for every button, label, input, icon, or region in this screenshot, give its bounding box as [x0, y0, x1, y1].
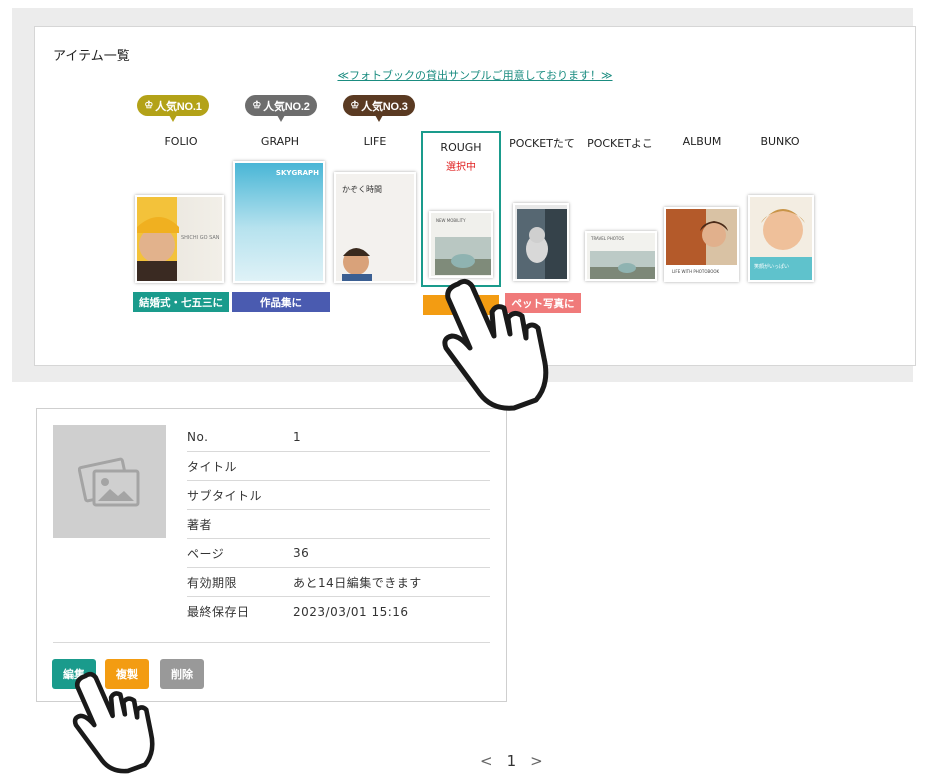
info-label: 著者 [187, 517, 213, 532]
product-pocket-tate[interactable]: POCKETたて [498, 135, 586, 151]
book-info-table: No. 1 タイトル サブタイトル 著者 ページ 36 有効期限 あと14日編集… [187, 423, 490, 626]
product-name: POCKETよこ [587, 137, 653, 150]
info-label: ページ [187, 546, 225, 561]
product-name: ROUGH [440, 141, 482, 154]
info-row-expiry: 有効期限 あと14日編集できます [187, 568, 490, 597]
cover-bunko[interactable]: 笑顔がいっぱい [748, 195, 814, 282]
tag-family[interactable]: 家族 [423, 295, 499, 315]
item-list-panel: アイテム一覧 ≪フォトブックの貸出サンプルご用意しております！≫ ♔ 人気NO.… [34, 26, 916, 366]
cover-folio[interactable]: SHICHI GO SAN [135, 195, 224, 283]
tag-portfolio[interactable]: 作品集に [232, 292, 330, 312]
sample-rental-link[interactable]: ≪フォトブックの貸出サンプルご用意しております！≫ [35, 67, 915, 83]
next-page-button[interactable]: > [530, 752, 543, 770]
rank-badge-2: ♔ 人気NO.2 [245, 95, 317, 122]
product-folio[interactable]: FOLIO [137, 135, 225, 148]
selected-indicator: 選択中 [446, 162, 476, 173]
book-card: No. 1 タイトル サブタイトル 著者 ページ 36 有効期限 あと14日編集… [36, 408, 507, 702]
product-name: LIFE [363, 135, 387, 148]
info-value: 1 [293, 430, 302, 444]
cover-graph-text: SKYGRAPH [275, 169, 319, 177]
product-name: POCKETたて [509, 137, 575, 150]
product-graph[interactable]: GRAPH [236, 135, 324, 148]
info-value: 2023/03/01 15:16 [293, 604, 409, 619]
pagination: < 1 > [480, 752, 543, 770]
book-thumbnail [53, 425, 166, 538]
cover-album-text: LIFE WITH PHOTOBOOK [672, 269, 720, 274]
info-row-no: No. 1 [187, 423, 490, 452]
crown-icon: ♔ [350, 100, 360, 111]
info-label: サブタイトル [187, 488, 263, 503]
duplicate-button[interactable]: 複製 [105, 659, 149, 689]
info-row-subtitle: サブタイトル [187, 481, 490, 510]
cover-bunko-text: 笑顔がいっぱい [754, 264, 790, 270]
info-label: 最終保存日 [187, 605, 250, 619]
tag-pet-photo[interactable]: ペット写真に [505, 293, 581, 313]
delete-button[interactable]: 削除 [160, 659, 204, 689]
cover-pocket-yoko[interactable]: TRAVEL PHOTOS [585, 231, 657, 281]
product-name: BUNKO [760, 135, 800, 148]
panel-title: アイテム一覧 [53, 49, 130, 64]
rank-badge-label: 人気NO.3 [361, 100, 408, 113]
info-label: 有効期限 [187, 575, 238, 590]
cover-pocket-tate-photo [517, 209, 567, 279]
product-bunko[interactable]: BUNKO [736, 135, 824, 148]
product-name: GRAPH [260, 135, 300, 148]
prev-page-button[interactable]: < [480, 752, 493, 770]
info-value: 36 [293, 546, 310, 560]
tag-wedding-shichigosan[interactable]: 結婚式・七五三に [133, 292, 229, 312]
product-name: ALBUM [682, 135, 722, 148]
info-row-last-saved: 最終保存日 2023/03/01 15:16 [187, 597, 490, 626]
cover-rough[interactable]: NEW MOBILITY [429, 211, 493, 278]
card-divider [53, 642, 490, 643]
cover-folio-text: SHICHI GO SAN [181, 235, 220, 241]
rank-badge-3: ♔ 人気NO.3 [343, 95, 415, 122]
cover-life-photo [342, 248, 372, 281]
cover-rough-photo [435, 237, 491, 275]
current-page[interactable]: 1 [507, 752, 517, 770]
info-row-pages: ページ 36 [187, 539, 490, 568]
info-row-author: 著者 [187, 510, 490, 539]
product-pocket-yoko[interactable]: POCKETよこ [576, 135, 664, 151]
info-value: あと14日編集できます [293, 575, 422, 590]
product-album[interactable]: ALBUM [658, 135, 746, 148]
cover-graph[interactable]: SKYGRAPH [233, 161, 325, 283]
cover-life[interactable]: かぞく時間 [334, 172, 416, 283]
cover-album[interactable]: LIFE WITH PHOTOBOOK [664, 207, 739, 282]
cover-pocket-tate[interactable] [513, 203, 569, 281]
rank-badge-1: ♔ 人気NO.1 [137, 95, 209, 122]
edit-button[interactable]: 編集 [52, 659, 96, 689]
info-row-title: タイトル [187, 452, 490, 481]
item-list-section: アイテム一覧 ≪フォトブックの貸出サンプルご用意しております！≫ ♔ 人気NO.… [12, 8, 916, 382]
info-label: タイトル [187, 459, 238, 474]
rank-badge-label: 人気NO.2 [263, 100, 310, 113]
crown-icon: ♔ [144, 100, 154, 111]
product-name: FOLIO [164, 135, 198, 148]
info-label: No. [187, 430, 209, 444]
image-placeholder-icon [77, 457, 139, 506]
product-life[interactable]: LIFE [331, 135, 419, 148]
crown-icon: ♔ [252, 100, 262, 111]
rank-badge-label: 人気NO.1 [155, 100, 202, 113]
cover-pocket-yoko-photo [590, 251, 655, 279]
